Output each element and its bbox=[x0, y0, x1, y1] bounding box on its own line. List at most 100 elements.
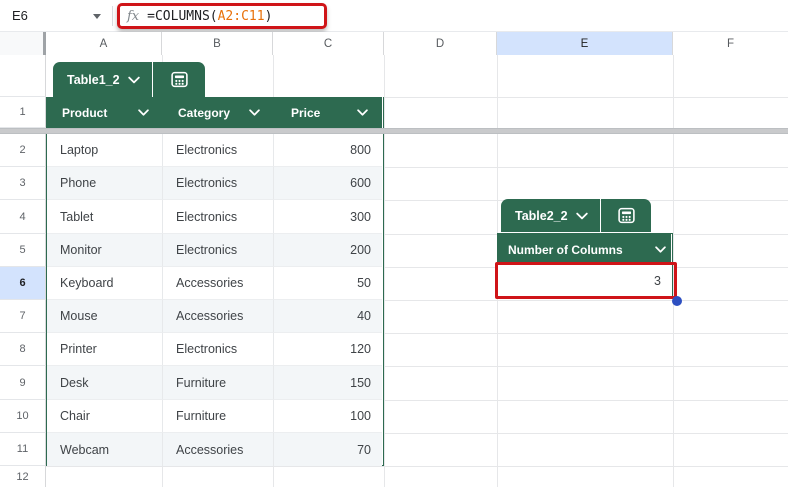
table2-menu-button[interactable] bbox=[601, 199, 651, 232]
column-header-b[interactable]: B bbox=[162, 32, 273, 55]
table2-name-chip[interactable]: Table2_2 bbox=[501, 199, 651, 232]
cell-c6[interactable]: 50 bbox=[274, 267, 382, 300]
cell-b10[interactable]: Furniture bbox=[163, 400, 274, 433]
formula-input[interactable]: =COLUMNS(A2:C11) bbox=[147, 9, 272, 24]
row-header-10[interactable]: 10 bbox=[0, 400, 46, 433]
row-header-6-selected[interactable]: 6 bbox=[0, 267, 46, 300]
formula-bar-divider bbox=[112, 6, 113, 26]
column-header-f[interactable]: F bbox=[673, 32, 788, 55]
formula-close-paren: ) bbox=[265, 9, 273, 24]
cell-b3[interactable]: Electronics bbox=[163, 167, 274, 200]
row-header-3[interactable]: 3 bbox=[0, 167, 46, 200]
cell-b6[interactable]: Accessories bbox=[163, 267, 274, 300]
cell-b11[interactable]: Accessories bbox=[163, 433, 274, 466]
cell-annotation-box bbox=[495, 262, 677, 299]
chevron-down-icon[interactable] bbox=[128, 76, 140, 84]
table-grid-icon bbox=[617, 206, 636, 225]
table1-header-product-label: Product bbox=[62, 106, 107, 120]
cell-b4[interactable]: Electronics bbox=[163, 200, 274, 234]
table1: Product Category Price Laptop Electronic… bbox=[46, 97, 384, 466]
table-row: Monitor Electronics 200 bbox=[47, 234, 382, 267]
table1-header-category[interactable]: Category bbox=[163, 97, 274, 128]
table-row: Tablet Electronics 300 bbox=[47, 200, 382, 234]
gridline bbox=[46, 466, 788, 467]
formula-annotation-box: fx =COLUMNS(A2:C11) bbox=[117, 3, 327, 29]
cell-c4[interactable]: 300 bbox=[274, 200, 382, 234]
column-header-e-selected[interactable]: E bbox=[497, 32, 673, 55]
table-row: Laptop Electronics 800 bbox=[47, 134, 382, 167]
chevron-down-icon[interactable] bbox=[655, 246, 666, 253]
cell-c10[interactable]: 100 bbox=[274, 400, 382, 433]
fx-icon: fx bbox=[127, 9, 139, 24]
table-row: Desk Furniture 150 bbox=[47, 366, 382, 400]
formula-bar: E6 fx =COLUMNS(A2:C11) bbox=[0, 0, 788, 32]
table1-header-row: Product Category Price bbox=[47, 97, 382, 128]
cell-c8[interactable]: 120 bbox=[274, 333, 382, 366]
column-header-d[interactable]: D bbox=[384, 32, 497, 55]
cell-b2[interactable]: Electronics bbox=[163, 134, 274, 167]
table1-name-label: Table1_2 bbox=[67, 73, 120, 87]
frozen-row-divider[interactable] bbox=[0, 128, 788, 134]
table2-name-label: Table2_2 bbox=[515, 209, 568, 223]
table-row: Keyboard Accessories 50 bbox=[47, 267, 382, 300]
row-header-11[interactable]: 11 bbox=[0, 433, 46, 466]
cell-b5[interactable]: Electronics bbox=[163, 234, 274, 267]
chevron-down-icon[interactable] bbox=[249, 109, 260, 116]
row-header-8[interactable]: 8 bbox=[0, 333, 46, 366]
table1-name-chip[interactable]: Table1_2 bbox=[53, 62, 205, 97]
table-row: Webcam Accessories 70 bbox=[47, 433, 382, 466]
cell-c5[interactable]: 200 bbox=[274, 234, 382, 267]
row-header-1[interactable]: 1 bbox=[0, 97, 46, 128]
cell-a6[interactable]: Keyboard bbox=[47, 267, 163, 300]
table1-menu-button[interactable] bbox=[153, 62, 205, 97]
row-header-7[interactable]: 7 bbox=[0, 300, 46, 333]
cell-c2[interactable]: 800 bbox=[274, 134, 382, 167]
cell-a8[interactable]: Printer bbox=[47, 333, 163, 366]
cell-b8[interactable]: Electronics bbox=[163, 333, 274, 366]
cell-a10[interactable]: Chair bbox=[47, 400, 163, 433]
table-row: Phone Electronics 600 bbox=[47, 167, 382, 200]
name-box-dropdown-icon[interactable] bbox=[93, 14, 101, 19]
cell-a9[interactable]: Desk bbox=[47, 366, 163, 400]
cell-c11[interactable]: 70 bbox=[274, 433, 382, 466]
table1-header-product[interactable]: Product bbox=[47, 97, 163, 128]
gridline bbox=[384, 55, 385, 487]
column-header-a[interactable]: A bbox=[46, 32, 162, 55]
row-header-5[interactable]: 5 bbox=[0, 234, 46, 267]
table1-header-price[interactable]: Price bbox=[274, 97, 382, 128]
row-header-4[interactable]: 4 bbox=[0, 200, 46, 234]
row-header-9[interactable]: 9 bbox=[0, 366, 46, 400]
chevron-down-icon[interactable] bbox=[357, 109, 368, 116]
cell-a2[interactable]: Laptop bbox=[47, 134, 163, 167]
fill-handle[interactable] bbox=[672, 296, 682, 306]
cell-a4[interactable]: Tablet bbox=[47, 200, 163, 234]
row-header-blank[interactable] bbox=[0, 55, 46, 97]
cell-c7[interactable]: 40 bbox=[274, 300, 382, 333]
table1-header-category-label: Category bbox=[178, 106, 230, 120]
cell-a3[interactable]: Phone bbox=[47, 167, 163, 200]
cell-c9[interactable]: 150 bbox=[274, 366, 382, 400]
table-grid-icon bbox=[170, 70, 189, 89]
cell-a11[interactable]: Webcam bbox=[47, 433, 163, 466]
table1-header-price-label: Price bbox=[291, 106, 320, 120]
column-header-c[interactable]: C bbox=[273, 32, 384, 55]
table-row: Mouse Accessories 40 bbox=[47, 300, 382, 333]
table2-name-button[interactable]: Table2_2 bbox=[501, 199, 600, 232]
cell-a7[interactable]: Mouse bbox=[47, 300, 163, 333]
chevron-down-icon[interactable] bbox=[576, 212, 588, 220]
chevron-down-icon[interactable] bbox=[138, 109, 149, 116]
cell-b7[interactable]: Accessories bbox=[163, 300, 274, 333]
formula-range-text: A2:C11 bbox=[218, 9, 265, 24]
spreadsheet-screen: E6 fx =COLUMNS(A2:C11) A B C D E F 1 2 3… bbox=[0, 0, 788, 487]
cell-c3[interactable]: 600 bbox=[274, 167, 382, 200]
cell-a5[interactable]: Monitor bbox=[47, 234, 163, 267]
table-row: Printer Electronics 120 bbox=[47, 333, 382, 366]
row-header-2[interactable]: 2 bbox=[0, 134, 46, 167]
cell-b9[interactable]: Furniture bbox=[163, 366, 274, 400]
table2-header-number-of-columns[interactable]: Number of Columns bbox=[498, 234, 671, 265]
table2-header-label: Number of Columns bbox=[508, 243, 623, 257]
row-header-12[interactable]: 12 bbox=[0, 466, 46, 487]
formula-text: =COLUMNS( bbox=[147, 9, 217, 24]
table1-name-button[interactable]: Table1_2 bbox=[53, 62, 152, 97]
select-all-corner[interactable] bbox=[0, 32, 46, 55]
